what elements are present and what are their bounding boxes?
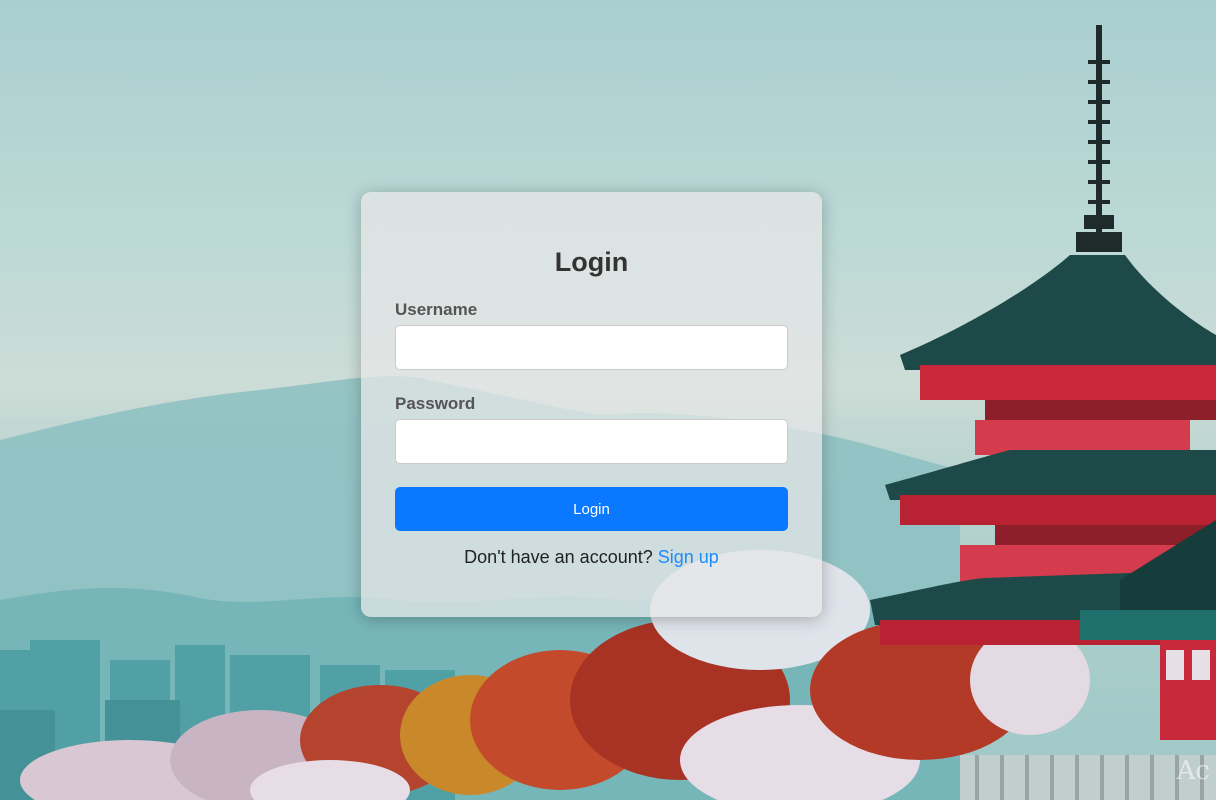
signup-link[interactable]: Sign up bbox=[658, 547, 719, 567]
login-title: Login bbox=[554, 247, 629, 277]
activation-watermark: Ac bbox=[1176, 756, 1210, 786]
signup-prompt: Don't have an account? bbox=[464, 547, 658, 567]
login-card: Login Username Password Login Don't have… bbox=[361, 192, 822, 617]
signup-row: Don't have an account? Sign up bbox=[395, 547, 788, 568]
password-input[interactable] bbox=[395, 419, 788, 464]
login-button[interactable]: Login bbox=[395, 487, 788, 531]
username-label: Username bbox=[395, 300, 478, 319]
username-input[interactable] bbox=[395, 325, 788, 370]
password-label: Password bbox=[395, 394, 476, 413]
